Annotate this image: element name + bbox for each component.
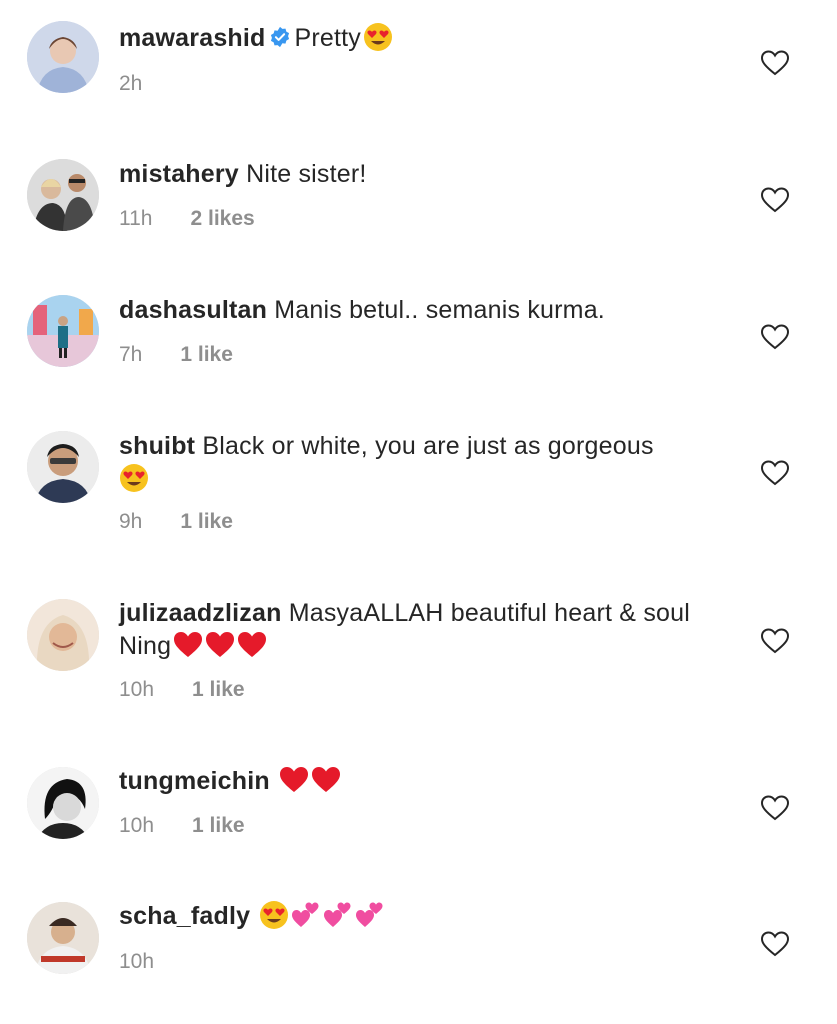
timestamp: 10h bbox=[119, 678, 155, 701]
like-heart-icon[interactable] bbox=[761, 187, 789, 213]
likes-count[interactable]: 1 like bbox=[180, 510, 233, 534]
red-heart-emoji-icon bbox=[205, 630, 235, 660]
username[interactable]: tungmeichin bbox=[119, 767, 270, 795]
likes-count[interactable]: 2 likes bbox=[190, 207, 254, 231]
comment-meta: 10h bbox=[119, 950, 154, 974]
comment-text: tungmeichin bbox=[119, 765, 719, 798]
red-heart-emoji-icon bbox=[237, 630, 267, 660]
like-heart-icon[interactable] bbox=[761, 50, 789, 76]
comment-body: Pretty bbox=[294, 24, 362, 52]
timestamp: 11h bbox=[119, 207, 153, 230]
comment-meta: 11h 2 likes bbox=[119, 207, 255, 231]
like-heart-icon[interactable] bbox=[761, 931, 789, 957]
avatar[interactable] bbox=[27, 21, 99, 93]
avatar[interactable] bbox=[27, 599, 99, 671]
avatar[interactable] bbox=[27, 431, 99, 503]
comment-text: scha_fadly bbox=[119, 900, 719, 933]
red-heart-emoji-icon bbox=[173, 630, 203, 660]
comment-meta: 7h 1 like bbox=[119, 343, 233, 367]
heart-eyes-emoji-icon bbox=[259, 900, 289, 930]
likes-count[interactable]: 1 like bbox=[192, 814, 245, 838]
comment-text: mistahery Nite sister! bbox=[119, 158, 719, 191]
avatar[interactable] bbox=[27, 902, 99, 974]
username[interactable]: scha_fadly bbox=[119, 902, 250, 930]
username[interactable]: julizaadzlizan bbox=[119, 599, 282, 627]
like-heart-icon[interactable] bbox=[761, 460, 789, 486]
timestamp: 9h bbox=[119, 510, 143, 533]
heart-eyes-emoji-icon bbox=[119, 463, 149, 493]
heart-eyes-emoji-icon bbox=[363, 22, 393, 52]
comment-text: mawarashid Pretty bbox=[119, 22, 719, 55]
like-heart-icon[interactable] bbox=[761, 628, 789, 654]
two-hearts-emoji-icon bbox=[323, 900, 353, 930]
timestamp: 2h bbox=[119, 72, 143, 95]
comment-meta: 9h 1 like bbox=[119, 510, 233, 534]
verified-badge-icon bbox=[269, 24, 291, 48]
username[interactable]: shuibt bbox=[119, 432, 195, 460]
red-heart-emoji-icon bbox=[311, 765, 341, 795]
timestamp: 10h bbox=[119, 814, 155, 837]
timestamp: 10h bbox=[119, 950, 155, 973]
timestamp: 7h bbox=[119, 343, 143, 366]
username[interactable]: mistahery bbox=[119, 160, 239, 188]
username[interactable]: dashasultan bbox=[119, 296, 267, 324]
avatar[interactable] bbox=[27, 767, 99, 839]
comment-body: Manis betul.. semanis kurma. bbox=[274, 296, 605, 324]
comment-meta: 2h bbox=[119, 72, 142, 96]
comment-meta: 10h 1 like bbox=[119, 678, 245, 702]
avatar[interactable] bbox=[27, 159, 99, 231]
like-heart-icon[interactable] bbox=[761, 324, 789, 350]
comment-text: julizaadzlizan MasyaALLAH beautiful hear… bbox=[119, 597, 719, 663]
like-heart-icon[interactable] bbox=[761, 795, 789, 821]
red-heart-emoji-icon bbox=[279, 765, 309, 795]
comment-text: dashasultan Manis betul.. semanis kurma. bbox=[119, 294, 719, 327]
avatar[interactable] bbox=[27, 295, 99, 367]
comment-body: Nite sister! bbox=[246, 160, 367, 188]
comment-body: Black or white, you are just as gorgeous bbox=[202, 432, 654, 460]
comment-text: shuibt Black or white, you are just as g… bbox=[119, 430, 719, 496]
likes-count[interactable]: 1 like bbox=[180, 343, 233, 367]
username[interactable]: mawarashid bbox=[119, 24, 266, 52]
two-hearts-emoji-icon bbox=[291, 900, 321, 930]
two-hearts-emoji-icon bbox=[355, 900, 385, 930]
comment-meta: 10h 1 like bbox=[119, 814, 245, 838]
likes-count[interactable]: 1 like bbox=[192, 678, 245, 702]
